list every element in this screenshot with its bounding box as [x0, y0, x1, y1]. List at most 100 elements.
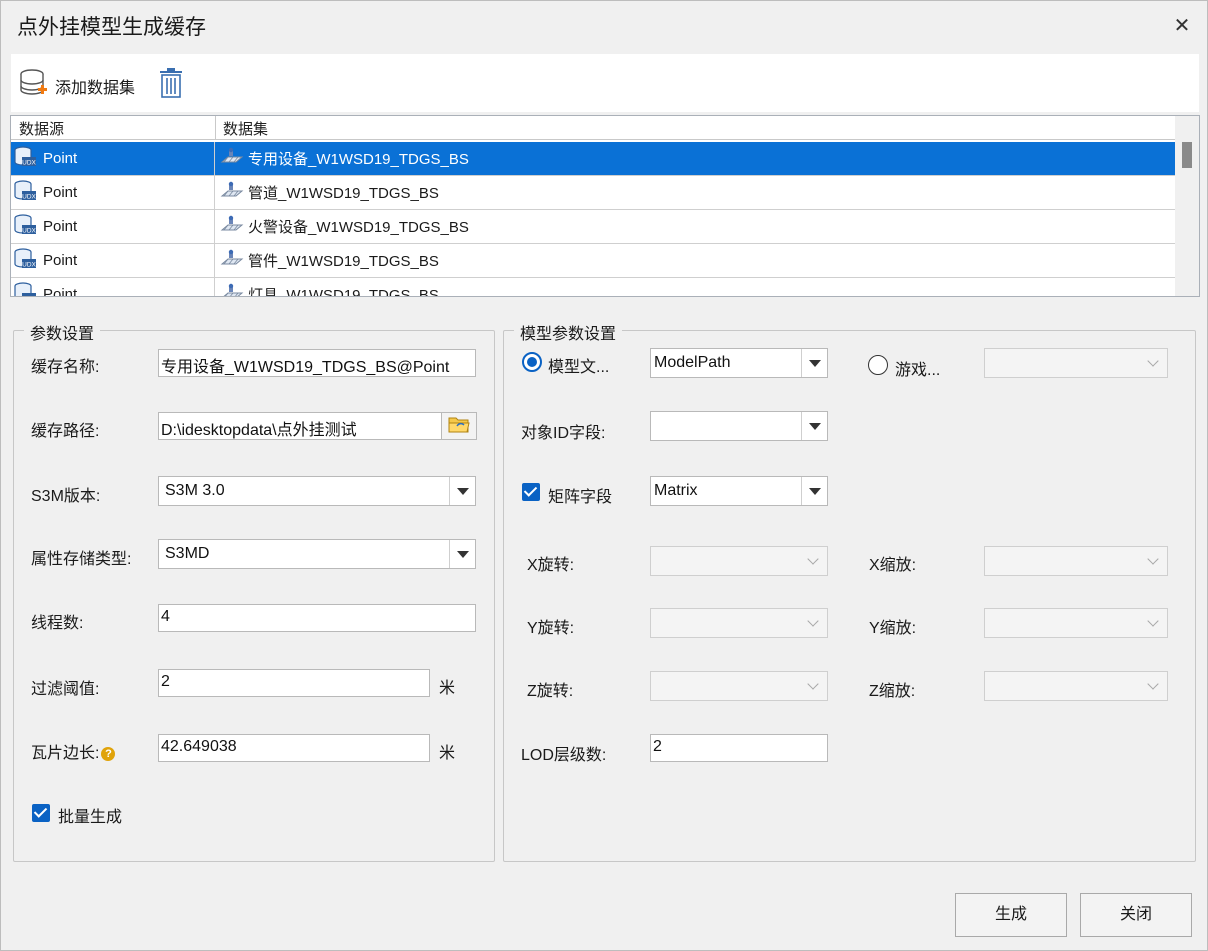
x-rotate-label: X旋转: [527, 557, 575, 574]
filter-unit-label: 米 [439, 680, 456, 697]
datasource-udx-icon: UDX [13, 213, 37, 240]
y-scale-select[interactable] [984, 608, 1168, 638]
chevron-down-icon[interactable] [801, 609, 827, 637]
chevron-down-icon[interactable] [1141, 349, 1167, 377]
threads-label: 线程数: [31, 615, 84, 632]
x-scale-label: X缩放: [869, 557, 917, 574]
chevron-down-icon[interactable] [449, 540, 475, 568]
chevron-down-icon[interactable] [1141, 547, 1167, 575]
datasource-udx-icon: UDX [13, 145, 37, 172]
tile-size-input[interactable]: 42.649038 [158, 734, 430, 762]
table-row[interactable]: UDX Point 火警设备_W1WSD19_TDGS_BS [11, 210, 1175, 244]
add-dataset-button[interactable]: 添加数据集 [19, 68, 135, 103]
model-dataset-icon [220, 147, 244, 171]
datasource-cell: UDX Point [11, 278, 215, 297]
attr-storage-label: 属性存储类型: [31, 551, 132, 568]
datasource-cell: UDX Point [11, 210, 215, 243]
filter-threshold-label: 过滤阈值: [31, 681, 100, 698]
y-rotate-select[interactable] [650, 608, 828, 638]
chevron-down-icon[interactable] [1141, 672, 1167, 700]
dataset-cell: 灯具_W1WSD19_TDGS_BS [216, 278, 1174, 296]
lod-levels-label: LOD层级数: [521, 747, 607, 764]
close-icon[interactable]: ✕ [1169, 13, 1195, 39]
game-radio[interactable] [868, 355, 888, 375]
lod-levels-input[interactable]: 2 [650, 734, 828, 762]
filter-threshold-input[interactable]: 2 [158, 669, 430, 697]
s3m-version-select[interactable]: S3M 3.0 [158, 476, 476, 506]
params-group-title: 参数设置 [24, 320, 101, 344]
y-scale-label: Y缩放: [869, 620, 917, 637]
browse-folder-button[interactable] [441, 412, 477, 440]
table-row[interactable]: UDX Point 灯具_W1WSD19_TDGS_BS [11, 278, 1175, 297]
model-dataset-icon [220, 215, 244, 239]
datasource-cell: UDX Point [11, 142, 215, 175]
matrix-field-checkbox[interactable] [522, 483, 540, 501]
matrix-field-label: 矩阵字段 [548, 489, 613, 506]
batch-generate-checkbox[interactable] [32, 804, 50, 822]
datasource-udx-icon: UDX [13, 281, 37, 297]
attr-storage-value: S3MD [165, 545, 210, 562]
matrix-field-select[interactable]: Matrix [650, 476, 828, 506]
dataset-cell: 管道_W1WSD19_TDGS_BS [216, 176, 1174, 209]
matrix-field-value: Matrix [654, 482, 698, 499]
header-datasource[interactable]: 数据源 [19, 118, 64, 139]
game-select[interactable] [984, 348, 1168, 378]
model-file-value: ModelPath [654, 354, 731, 371]
delete-button[interactable] [157, 68, 185, 103]
chevron-down-icon[interactable] [449, 477, 475, 505]
tile-unit-label: 米 [439, 745, 456, 762]
chevron-down-icon[interactable] [801, 477, 827, 505]
x-scale-select[interactable] [984, 546, 1168, 576]
help-icon[interactable]: ? [101, 746, 116, 761]
z-scale-select[interactable] [984, 671, 1168, 701]
cache-name-input[interactable]: 专用设备_W1WSD19_TDGS_BS@Point [158, 349, 476, 377]
header-dataset[interactable]: 数据集 [223, 118, 268, 139]
close-button[interactable]: 关闭 [1080, 893, 1192, 937]
object-id-label: 对象ID字段: [521, 425, 606, 442]
table-row[interactable]: UDX Point 管道_W1WSD19_TDGS_BS [11, 176, 1175, 210]
model-file-radio[interactable] [522, 352, 542, 372]
dataset-name: 专用设备_W1WSD19_TDGS_BS [248, 151, 469, 168]
chevron-down-icon[interactable] [1141, 609, 1167, 637]
game-label: 游戏... [895, 362, 941, 379]
dataset-cell: 火警设备_W1WSD19_TDGS_BS [216, 210, 1174, 243]
z-scale-label: Z缩放: [869, 683, 916, 700]
tile-size-label: 瓦片边长:? [31, 739, 116, 763]
model-params-group-title: 模型参数设置 [514, 320, 623, 344]
datasource-name: Point [43, 184, 78, 201]
svg-text:UDX: UDX [22, 295, 36, 297]
dialog-window: 点外挂模型生成缓存 ✕ 添加数据集 数据源 数据集 UDX Point 专用设备… [0, 0, 1208, 951]
x-rotate-select[interactable] [650, 546, 828, 576]
model-file-label: 模型文... [548, 359, 610, 376]
dialog-title: 点外挂模型生成缓存 [17, 16, 206, 39]
chevron-down-icon[interactable] [801, 349, 827, 377]
datasource-cell: UDX Point [11, 176, 215, 209]
params-group: 参数设置 [13, 320, 495, 862]
table-row[interactable]: UDX Point 管件_W1WSD19_TDGS_BS [11, 244, 1175, 278]
datasource-name: Point [43, 252, 78, 269]
dataset-cell: 管件_W1WSD19_TDGS_BS [216, 244, 1174, 277]
dataset-name: 管件_W1WSD19_TDGS_BS [248, 253, 439, 270]
batch-generate-label: 批量生成 [58, 809, 123, 826]
table-row[interactable]: UDX Point 专用设备_W1WSD19_TDGS_BS [11, 142, 1175, 176]
vertical-scrollbar[interactable] [1175, 116, 1199, 296]
generate-button[interactable]: 生成 [955, 893, 1067, 937]
cache-path-input[interactable]: D:\idesktopdata\点外挂测试 [158, 412, 442, 440]
chevron-down-icon[interactable] [801, 672, 827, 700]
model-file-select[interactable]: ModelPath [650, 348, 828, 378]
chevron-down-icon[interactable] [801, 547, 827, 575]
model-dataset-icon [220, 181, 244, 205]
object-id-select[interactable] [650, 411, 828, 441]
folder-icon [448, 415, 470, 438]
chevron-down-icon[interactable] [801, 412, 827, 440]
add-dataset-label: 添加数据集 [55, 79, 136, 97]
scrollbar-thumb[interactable] [1182, 142, 1192, 168]
s3m-version-value: S3M 3.0 [165, 482, 225, 499]
y-rotate-label: Y旋转: [527, 620, 575, 637]
z-rotate-select[interactable] [650, 671, 828, 701]
threads-input[interactable]: 4 [158, 604, 476, 632]
attr-storage-select[interactable]: S3MD [158, 539, 476, 569]
dataset-table: 数据源 数据集 UDX Point 专用设备_W1WSD19_TDGS_BS UDX P… [10, 115, 1200, 297]
svg-text:UDX: UDX [22, 193, 36, 200]
datasource-name: Point [43, 218, 78, 235]
